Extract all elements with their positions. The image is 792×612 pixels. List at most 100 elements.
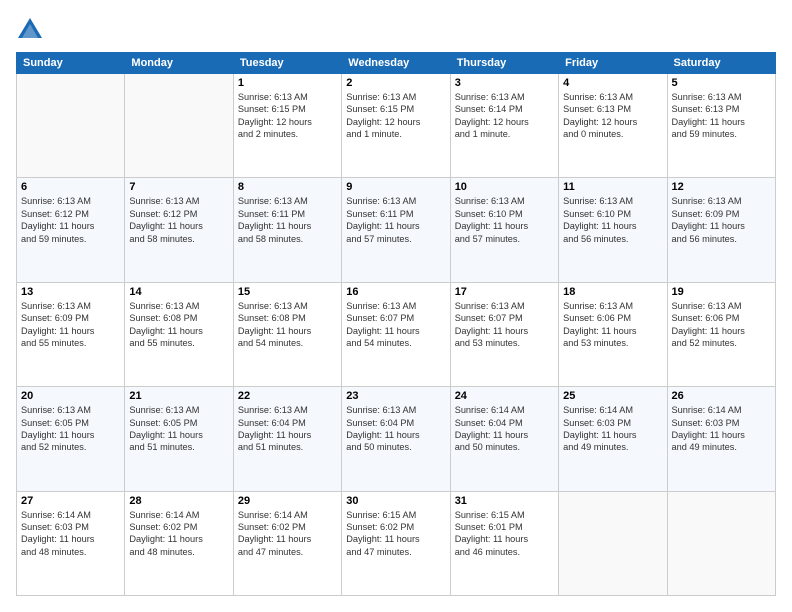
week-row-2: 6 Sunrise: 6:13 AM Sunset: 6:12 PM Daylig… <box>17 178 776 282</box>
logo <box>16 16 48 44</box>
day-info: Sunrise: 6:13 AM Sunset: 6:15 PM Dayligh… <box>238 91 337 141</box>
day-number: 30 <box>346 495 445 507</box>
calendar-cell: 16Sunrise: 6:13 AM Sunset: 6:07 PM Dayli… <box>342 282 450 386</box>
day-number: 23 <box>346 390 445 402</box>
day-info: Sunrise: 6:13 AM Sunset: 6:06 PM Dayligh… <box>672 300 771 350</box>
calendar-cell: 18 Sunrise: 6:13 AM Sunset: 6:06 PM Dayli… <box>559 282 667 386</box>
day-number: 17 <box>455 286 554 298</box>
calendar-header: SundayMondayTuesdayWednesdayThursdayFrid… <box>17 53 776 74</box>
calendar-cell: 12Sunrise: 6:13 AM Sunset: 6:09 PM Dayli… <box>667 178 775 282</box>
day-info: Sunrise: 6:13 AM Sunset: 6:09 PM Dayligh… <box>21 300 120 350</box>
day-info: Sunrise: 6:13 AM Sunset: 6:05 PM Dayligh… <box>21 404 120 454</box>
calendar-cell: 5Sunrise: 6:13 AM Sunset: 6:13 PM Daylig… <box>667 74 775 178</box>
day-number: 24 <box>455 390 554 402</box>
week-row-5: 27 Sunrise: 6:14 AM Sunset: 6:03 PM Dayli… <box>17 491 776 595</box>
day-number: 7 <box>129 181 228 193</box>
day-info: Sunrise: 6:13 AM Sunset: 6:10 PM Dayligh… <box>563 195 662 245</box>
calendar-cell: 1Sunrise: 6:13 AM Sunset: 6:15 PM Daylig… <box>233 74 341 178</box>
day-info: Sunrise: 6:13 AM Sunset: 6:04 PM Dayligh… <box>238 404 337 454</box>
calendar-cell: 27 Sunrise: 6:14 AM Sunset: 6:03 PM Dayli… <box>17 491 125 595</box>
day-info: Sunrise: 6:13 AM Sunset: 6:06 PM Dayligh… <box>563 300 662 350</box>
calendar-cell: 31 Sunrise: 6:15 AM Sunset: 6:01 PM Dayli… <box>450 491 558 595</box>
calendar-cell <box>125 74 233 178</box>
day-number: 16 <box>346 286 445 298</box>
calendar-cell: 8Sunrise: 6:13 AM Sunset: 6:11 PM Daylig… <box>233 178 341 282</box>
day-number: 13 <box>21 286 120 298</box>
day-number: 29 <box>238 495 337 507</box>
day-info: Sunrise: 6:13 AM Sunset: 6:13 PM Dayligh… <box>672 91 771 141</box>
day-number: 2 <box>346 77 445 89</box>
day-number: 15 <box>238 286 337 298</box>
calendar-cell: 17 Sunrise: 6:13 AM Sunset: 6:07 PM Dayli… <box>450 282 558 386</box>
day-info: Sunrise: 6:13 AM Sunset: 6:04 PM Dayligh… <box>346 404 445 454</box>
header <box>16 16 776 44</box>
day-info: Sunrise: 6:13 AM Sunset: 6:08 PM Dayligh… <box>238 300 337 350</box>
day-info: Sunrise: 6:13 AM Sunset: 6:05 PM Dayligh… <box>129 404 228 454</box>
calendar-cell: 10 Sunrise: 6:13 AM Sunset: 6:10 PM Dayli… <box>450 178 558 282</box>
day-info: Sunrise: 6:13 AM Sunset: 6:10 PM Dayligh… <box>455 195 554 245</box>
day-info: Sunrise: 6:13 AM Sunset: 6:09 PM Dayligh… <box>672 195 771 245</box>
calendar-cell <box>559 491 667 595</box>
day-info: Sunrise: 6:14 AM Sunset: 6:03 PM Dayligh… <box>563 404 662 454</box>
day-number: 18 <box>563 286 662 298</box>
logo-icon <box>16 16 44 44</box>
day-info: Sunrise: 6:13 AM Sunset: 6:14 PM Dayligh… <box>455 91 554 141</box>
day-info: Sunrise: 6:14 AM Sunset: 6:02 PM Dayligh… <box>129 509 228 559</box>
day-info: Sunrise: 6:14 AM Sunset: 6:02 PM Dayligh… <box>238 509 337 559</box>
calendar-cell: 22Sunrise: 6:13 AM Sunset: 6:04 PM Dayli… <box>233 387 341 491</box>
calendar-cell: 29 Sunrise: 6:14 AM Sunset: 6:02 PM Dayli… <box>233 491 341 595</box>
calendar-cell <box>667 491 775 595</box>
day-info: Sunrise: 6:15 AM Sunset: 6:01 PM Dayligh… <box>455 509 554 559</box>
day-info: Sunrise: 6:14 AM Sunset: 6:03 PM Dayligh… <box>21 509 120 559</box>
day-header-friday: Friday <box>559 53 667 74</box>
day-header-saturday: Saturday <box>667 53 775 74</box>
calendar-cell: 11 Sunrise: 6:13 AM Sunset: 6:10 PM Dayli… <box>559 178 667 282</box>
day-info: Sunrise: 6:13 AM Sunset: 6:08 PM Dayligh… <box>129 300 228 350</box>
day-number: 31 <box>455 495 554 507</box>
calendar-cell: 6 Sunrise: 6:13 AM Sunset: 6:12 PM Daylig… <box>17 178 125 282</box>
day-header-sunday: Sunday <box>17 53 125 74</box>
calendar-cell: 24 Sunrise: 6:14 AM Sunset: 6:04 PM Dayli… <box>450 387 558 491</box>
calendar-cell: 19 Sunrise: 6:13 AM Sunset: 6:06 PM Dayli… <box>667 282 775 386</box>
calendar-cell: 4Sunrise: 6:13 AM Sunset: 6:13 PM Daylig… <box>559 74 667 178</box>
calendar-cell: 7 Sunrise: 6:13 AM Sunset: 6:12 PM Daylig… <box>125 178 233 282</box>
calendar-cell: 23 Sunrise: 6:13 AM Sunset: 6:04 PM Dayli… <box>342 387 450 491</box>
day-number: 25 <box>563 390 662 402</box>
day-info: Sunrise: 6:13 AM Sunset: 6:12 PM Dayligh… <box>21 195 120 245</box>
day-info: Sunrise: 6:15 AM Sunset: 6:02 PM Dayligh… <box>346 509 445 559</box>
day-number: 3 <box>455 77 554 89</box>
day-header-tuesday: Tuesday <box>233 53 341 74</box>
calendar-cell: 21 Sunrise: 6:13 AM Sunset: 6:05 PM Dayli… <box>125 387 233 491</box>
day-number: 10 <box>455 181 554 193</box>
day-number: 9 <box>346 181 445 193</box>
day-header-row: SundayMondayTuesdayWednesdayThursdayFrid… <box>17 53 776 74</box>
calendar-cell <box>17 74 125 178</box>
page: SundayMondayTuesdayWednesdayThursdayFrid… <box>0 0 792 612</box>
day-number: 11 <box>563 181 662 193</box>
day-number: 19 <box>672 286 771 298</box>
calendar-cell: 25 Sunrise: 6:14 AM Sunset: 6:03 PM Dayli… <box>559 387 667 491</box>
calendar-cell: 20 Sunrise: 6:13 AM Sunset: 6:05 PM Dayli… <box>17 387 125 491</box>
calendar-cell: 9 Sunrise: 6:13 AM Sunset: 6:11 PM Daylig… <box>342 178 450 282</box>
calendar-cell: 3 Sunrise: 6:13 AM Sunset: 6:14 PM Daylig… <box>450 74 558 178</box>
day-number: 21 <box>129 390 228 402</box>
day-info: Sunrise: 6:13 AM Sunset: 6:12 PM Dayligh… <box>129 195 228 245</box>
day-info: Sunrise: 6:14 AM Sunset: 6:04 PM Dayligh… <box>455 404 554 454</box>
calendar-body: 1Sunrise: 6:13 AM Sunset: 6:15 PM Daylig… <box>17 74 776 596</box>
day-number: 4 <box>563 77 662 89</box>
day-info: Sunrise: 6:13 AM Sunset: 6:11 PM Dayligh… <box>346 195 445 245</box>
day-info: Sunrise: 6:14 AM Sunset: 6:03 PM Dayligh… <box>672 404 771 454</box>
calendar-cell: 15 Sunrise: 6:13 AM Sunset: 6:08 PM Dayli… <box>233 282 341 386</box>
day-number: 6 <box>21 181 120 193</box>
week-row-3: 13 Sunrise: 6:13 AM Sunset: 6:09 PM Dayli… <box>17 282 776 386</box>
week-row-1: 1Sunrise: 6:13 AM Sunset: 6:15 PM Daylig… <box>17 74 776 178</box>
day-number: 27 <box>21 495 120 507</box>
day-header-thursday: Thursday <box>450 53 558 74</box>
day-number: 28 <box>129 495 228 507</box>
day-number: 26 <box>672 390 771 402</box>
calendar-cell: 13 Sunrise: 6:13 AM Sunset: 6:09 PM Dayli… <box>17 282 125 386</box>
day-info: Sunrise: 6:13 AM Sunset: 6:11 PM Dayligh… <box>238 195 337 245</box>
day-number: 20 <box>21 390 120 402</box>
day-info: Sunrise: 6:13 AM Sunset: 6:07 PM Dayligh… <box>455 300 554 350</box>
day-number: 14 <box>129 286 228 298</box>
